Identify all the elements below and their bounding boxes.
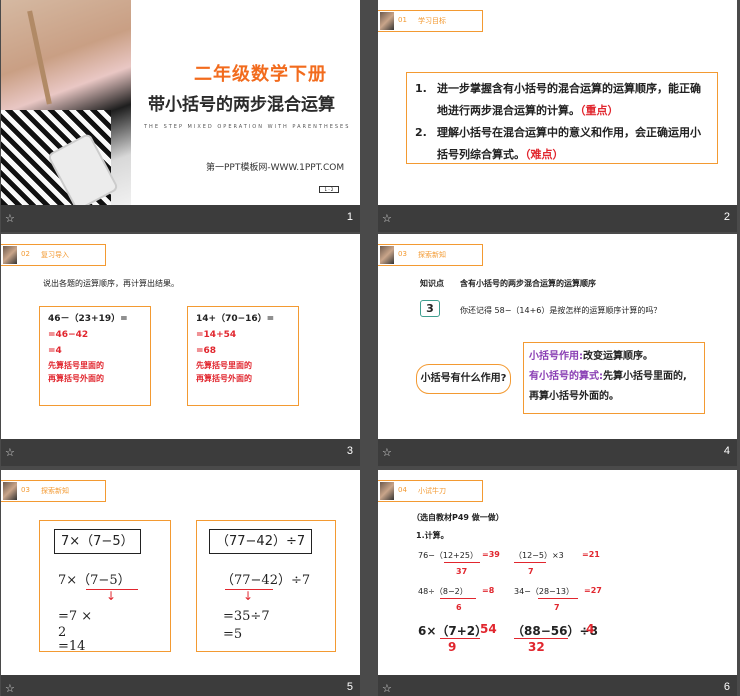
transition-star-icon[interactable]: ☆ — [382, 682, 392, 695]
section-title: 探索新知 — [418, 251, 446, 259]
underline — [538, 598, 578, 599]
slide-thumbnail-5[interactable]: 03 探索新知 7×（7−5） 7×（7−5） ↓ =7 × 2 =14 （77… — [1, 470, 360, 696]
review-box-left: 46－（23+19）= =46−42 =4 先算括号里面的 再算括号外面的 — [39, 306, 151, 406]
slide-number: 1 — [346, 211, 353, 223]
slide-footer: ☆ 4 — [378, 439, 737, 466]
slide-footer: ☆ 6 — [378, 675, 737, 696]
review-intro: 说出各题的运算顺序，再计算出结果。 — [43, 279, 179, 288]
section-title: 学习目标 — [418, 17, 446, 25]
example-box-left: 7×（7−5） 7×（7−5） ↓ =7 × 2 =14 — [39, 520, 171, 654]
objective-item: 1. 进一步掌握含有小括号的混合运算的运算顺序，能正确地进行两步混合运算的计算。… — [415, 82, 701, 117]
transition-star-icon[interactable]: ☆ — [382, 446, 392, 459]
section-number: 02 — [21, 250, 30, 258]
underline — [514, 562, 546, 563]
header-thumb-icon — [3, 246, 17, 264]
slide-footer: ☆ 2 — [378, 205, 737, 232]
header-thumb-icon — [380, 482, 394, 500]
slide-footer: ☆ 3 — [1, 439, 360, 466]
slide-canvas: 二年级数学下册 带小括号的两步混合运算 THE STEP MIXED OPERA… — [1, 0, 360, 205]
example-head: （77−42）÷7 — [209, 529, 313, 554]
knowledge-text: 含有小括号的两步混合运算的运算顺序 — [460, 279, 596, 288]
exercise-source: （选自教材P49 做一做） — [412, 513, 504, 522]
section-title: 复习导入 — [41, 251, 69, 259]
slide-canvas: 03 探索新知 7×（7−5） 7×（7−5） ↓ =7 × 2 =14 （77… — [1, 470, 360, 675]
section-header: 02 复习导入 — [1, 244, 106, 266]
slide-canvas: 02 复习导入 说出各题的运算顺序，再计算出结果。 46－（23+19）= =4… — [1, 234, 360, 439]
slide-number: 5 — [346, 681, 353, 693]
section-header: 03 探索新知 — [1, 480, 106, 502]
section-number: 04 — [398, 486, 407, 494]
exercise-heading: 1.计算。 — [416, 531, 449, 540]
transition-star-icon[interactable]: ☆ — [5, 212, 15, 225]
down-arrow-icon: ↓ — [106, 589, 117, 603]
underline — [440, 598, 476, 599]
slide-canvas: 03 探索新知 知识点 含有小括号的两步混合运算的运算顺序 3 你还记得 58−… — [378, 234, 737, 439]
down-arrow-icon: ↓ — [243, 589, 254, 603]
slide-number: 2 — [723, 211, 730, 223]
cover-title: 二年级数学下册 — [194, 64, 327, 85]
slide-thumbnail-1[interactable]: 二年级数学下册 带小括号的两步混合运算 THE STEP MIXED OPERA… — [1, 0, 360, 232]
cover-english: THE STEP MIXED OPERATION WITH PARENTHESE… — [144, 124, 351, 130]
objective-item: 2. 理解小括号在混合运算中的意义和作用，会正确运用小括号列综合算式。（难点） — [415, 126, 701, 161]
section-number: 01 — [398, 16, 407, 24]
cover-tag: 1 · 2 — [319, 186, 339, 193]
section-title: 探索新知 — [41, 487, 69, 495]
slide-canvas: 04 小试牛刀 （选自教材P49 做一做） 1.计算。 76−（12+25） =… — [378, 470, 737, 675]
answer-box: 小括号作用:改变运算顺序。 有小括号的算式:先算小括号里面的, 再算小括号外面的… — [523, 342, 705, 414]
underline — [444, 562, 480, 563]
review-box-right: 14+（70−16）= =14+54 =68 先算括号里面的 再算括号外面的 — [187, 306, 299, 406]
slide-footer: ☆ 5 — [1, 675, 360, 696]
section-number: 03 — [21, 486, 30, 494]
underline — [440, 638, 480, 639]
slide-number: 6 — [723, 681, 730, 693]
question-bubble: 小括号有什么作用? — [416, 364, 511, 394]
section-header: 03 探索新知 — [378, 244, 483, 266]
question-text: 你还记得 58−（14+6）是按怎样的运算顺序计算的吗？ — [460, 306, 662, 315]
header-thumb-icon — [3, 482, 17, 500]
example-box-right: （77−42）÷7 （77−42）÷7 ↓ =35÷7 =5 — [196, 520, 336, 652]
cover-subtitle: 带小括号的两步混合运算 — [148, 95, 335, 115]
example-head: 7×（7−5） — [54, 529, 141, 554]
transition-star-icon[interactable]: ☆ — [5, 682, 15, 695]
slide-thumbnail-4[interactable]: 03 探索新知 知识点 含有小括号的两步混合运算的运算顺序 3 你还记得 58−… — [378, 234, 737, 466]
section-header: 04 小试牛刀 — [378, 480, 483, 502]
knowledge-label: 知识点 — [420, 279, 444, 288]
section-title: 小试牛刀 — [418, 487, 446, 495]
slide-canvas: 01 学习目标 1. 进一步掌握含有小括号的混合运算的运算顺序，能正确地进行两步… — [378, 0, 737, 205]
section-number: 03 — [398, 250, 407, 258]
slide-number: 4 — [723, 445, 730, 457]
header-thumb-icon — [380, 12, 394, 30]
slide-thumbnail-2[interactable]: 01 学习目标 1. 进一步掌握含有小括号的混合运算的运算顺序，能正确地进行两步… — [378, 0, 737, 232]
cover-site: 第一PPT模板网-WWW.1PPT.COM — [206, 163, 345, 173]
objectives-box: 1. 进一步掌握含有小括号的混合运算的运算顺序，能正确地进行两步混合运算的计算。… — [406, 72, 718, 164]
header-thumb-icon — [380, 246, 394, 264]
slide-footer: ☆ 1 — [1, 205, 360, 232]
slide-thumbnail-3[interactable]: 02 复习导入 说出各题的运算顺序，再计算出结果。 46－（23+19）= =4… — [1, 234, 360, 466]
underline — [514, 638, 568, 639]
slide-number: 3 — [346, 445, 353, 457]
section-header: 01 学习目标 — [378, 10, 483, 32]
book-icon: 3 — [420, 300, 440, 317]
transition-star-icon[interactable]: ☆ — [382, 212, 392, 225]
transition-star-icon[interactable]: ☆ — [5, 446, 15, 459]
slide-thumbnail-6[interactable]: 04 小试牛刀 （选自教材P49 做一做） 1.计算。 76−（12+25） =… — [378, 470, 737, 696]
